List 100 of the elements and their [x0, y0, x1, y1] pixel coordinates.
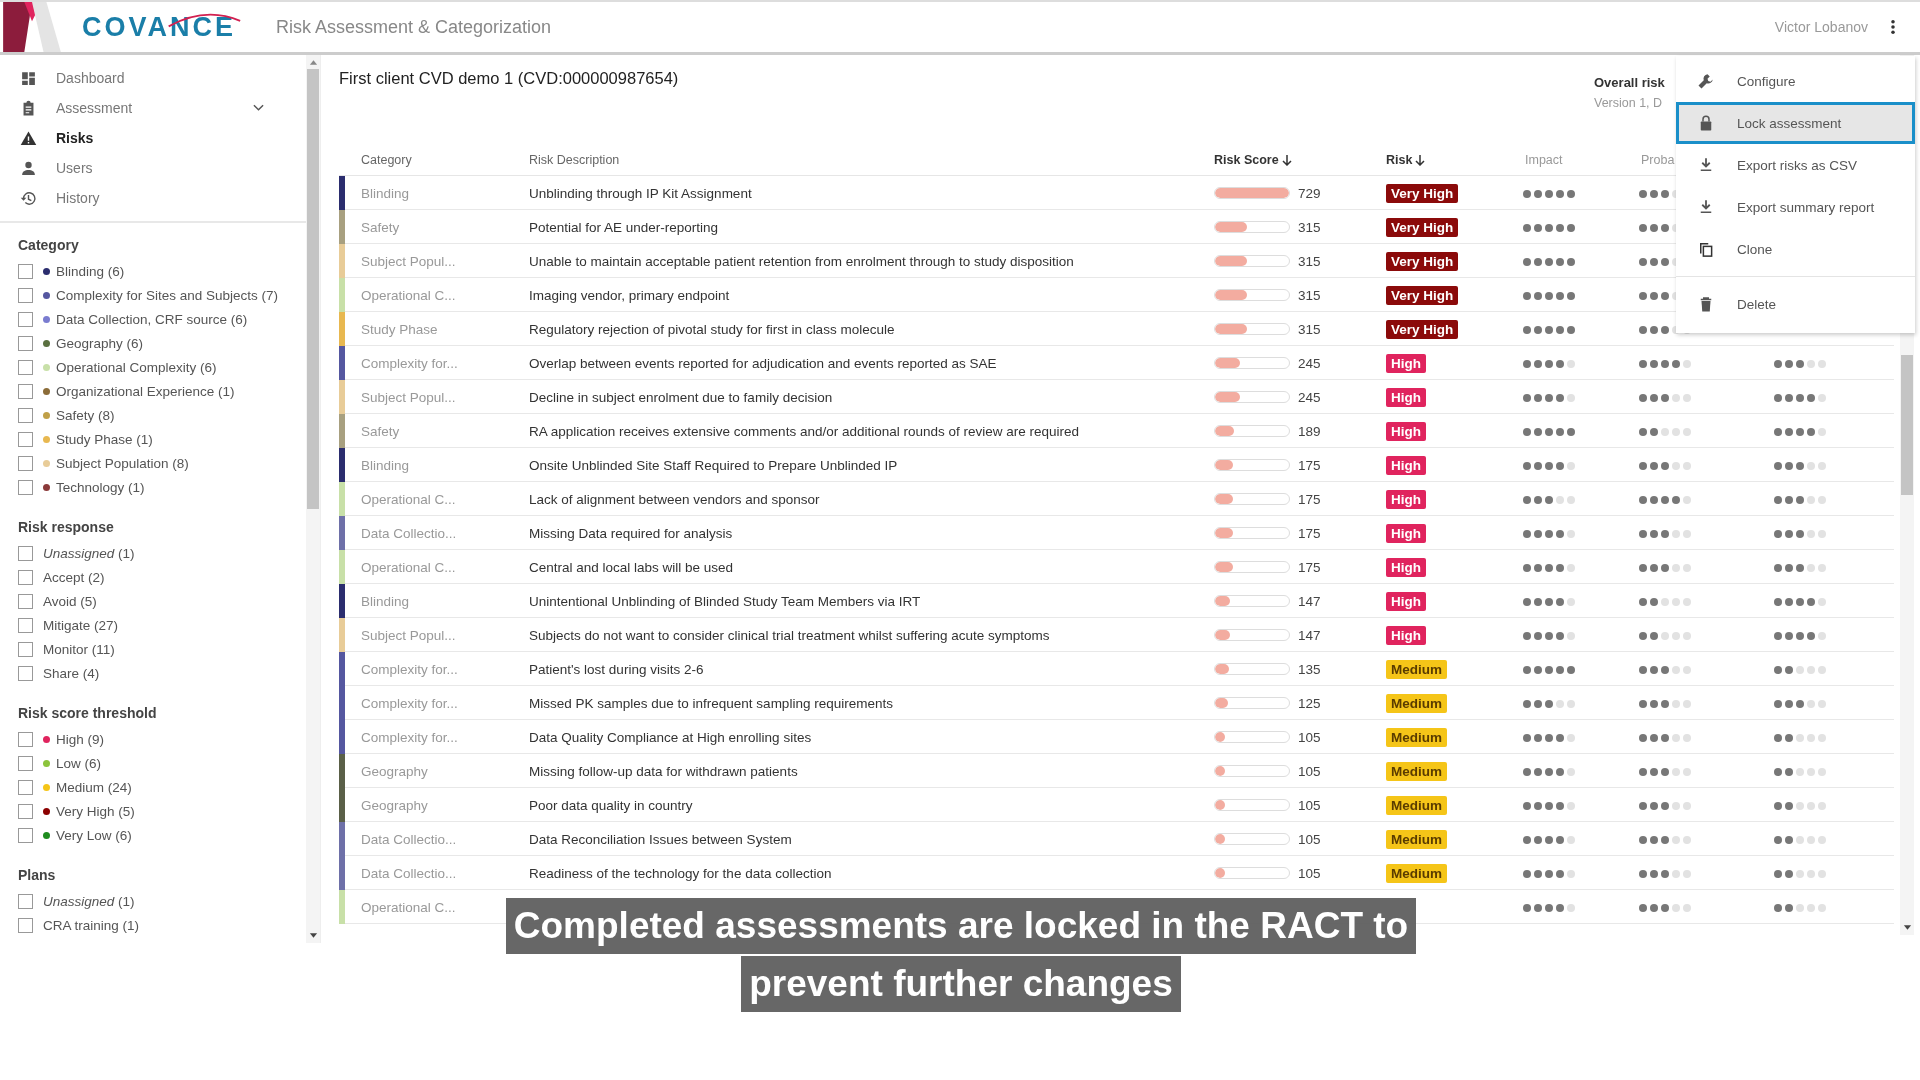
- table-cell-text: Operational C...: [360, 899, 457, 915]
- table-cell: 189: [1298, 423, 1321, 439]
- menu-item[interactable]: Clone: [1676, 228, 1915, 270]
- scroll-thumb[interactable]: [1901, 355, 1913, 495]
- filter-label[interactable]: Avoid (5): [43, 593, 97, 609]
- checkbox[interactable]: [18, 545, 33, 561]
- more-options-icon[interactable]: [1890, 19, 1896, 35]
- table-cell-text: Complexity for...: [360, 729, 459, 745]
- filter-label[interactable]: Technology (1): [56, 479, 145, 495]
- filter-label[interactable]: High (9): [56, 731, 104, 747]
- table-cell: Imaging vendor, primary endpoint: [529, 287, 730, 303]
- filter-label[interactable]: Low (6): [56, 755, 101, 771]
- filter-label[interactable]: Very High (5): [56, 803, 135, 819]
- column-header[interactable]: Risk Description: [529, 153, 1201, 167]
- checkbox[interactable]: [18, 263, 33, 279]
- table-cell-text: Complexity for...: [360, 695, 459, 711]
- table-cell-text: Data Collectio...: [360, 865, 458, 881]
- risk-badge: Medium: [1386, 694, 1447, 713]
- filter-label[interactable]: Share (4): [43, 665, 100, 681]
- checkbox[interactable]: [18, 917, 33, 933]
- checkbox[interactable]: [18, 479, 33, 495]
- menu-item[interactable]: Export risks as CSV: [1676, 144, 1915, 186]
- checkbox[interactable]: [18, 893, 33, 909]
- scroll-thumb[interactable]: [307, 69, 319, 509]
- checkbox[interactable]: [18, 755, 33, 771]
- column-header[interactable]: Category: [345, 153, 529, 167]
- checkbox[interactable]: [18, 407, 33, 423]
- table-cell-text: Blinding: [360, 593, 411, 609]
- checkbox[interactable]: [18, 383, 33, 399]
- filter-label[interactable]: Blinding (6): [56, 263, 125, 279]
- assessment-title: First client CVD demo 1 (CVD:000000987654): [339, 69, 679, 89]
- table-cell-text: Subject Popul...: [360, 627, 457, 643]
- risk-badge: High: [1386, 354, 1426, 373]
- column-header[interactable]: Risk: [1373, 153, 1513, 167]
- filter-label[interactable]: Mitigate (27): [43, 617, 119, 633]
- checkbox[interactable]: [18, 569, 33, 585]
- logo[interactable]: COVANCE: [82, 7, 250, 47]
- filter-label[interactable]: Organizational Experience (1): [56, 383, 235, 399]
- checkbox[interactable]: [18, 335, 33, 351]
- filter-label[interactable]: Complexity for Sites and Subjects (7): [56, 287, 279, 303]
- risk-badge: High: [1386, 592, 1426, 611]
- checkbox[interactable]: [18, 617, 33, 633]
- table-cell: 147: [1298, 627, 1321, 643]
- table-cell-text: Complexity for...: [360, 661, 459, 677]
- filter-label[interactable]: Study Phase (1): [56, 431, 153, 447]
- version-label: Version 1, D: [1594, 96, 1663, 110]
- table-cell: Poor data quality in country: [529, 797, 693, 813]
- checkbox[interactable]: [18, 593, 33, 609]
- table-cell-text: Geography: [360, 763, 429, 779]
- checkbox[interactable]: [18, 431, 33, 447]
- checkbox[interactable]: [18, 359, 33, 375]
- filter-label[interactable]: Subject Population (8): [56, 455, 189, 471]
- filter-label[interactable]: Unassigned (1): [43, 545, 135, 561]
- menu-item[interactable]: Lock assessment: [1676, 102, 1915, 144]
- nav-item[interactable]: Dashboard: [0, 63, 306, 93]
- menu-item[interactable]: Export summary report: [1676, 186, 1915, 228]
- risk-badge: Medium: [1386, 830, 1447, 849]
- table-cell: Missing follow-up data for withdrawn patients: [529, 763, 798, 779]
- table-cell-text: Operational C...: [360, 287, 457, 303]
- risk-badge: High: [1386, 490, 1426, 509]
- risk-badge: High: [1386, 388, 1426, 407]
- checkbox[interactable]: [18, 803, 33, 819]
- nav-item[interactable]: Users: [0, 153, 306, 183]
- table-cell-text: Data Collectio...: [360, 831, 458, 847]
- checkbox[interactable]: [18, 641, 33, 657]
- sidebar-scrollbar[interactable]: [306, 55, 320, 943]
- checkbox[interactable]: [18, 827, 33, 843]
- filter-label[interactable]: Medium (24): [56, 779, 132, 795]
- checkbox[interactable]: [18, 287, 33, 303]
- column-header[interactable]: Risk Score: [1201, 153, 1373, 167]
- filter-label[interactable]: Geography (6): [56, 335, 144, 351]
- checkbox[interactable]: [18, 731, 33, 747]
- filter-label[interactable]: Very Low (6): [56, 827, 132, 843]
- filter-label[interactable]: Monitor (11): [43, 641, 115, 657]
- checkbox[interactable]: [18, 311, 33, 327]
- menu-item[interactable]: Configure: [1676, 60, 1915, 102]
- table-cell: 175: [1298, 525, 1321, 541]
- checkbox[interactable]: [18, 455, 33, 471]
- scroll-up-icon[interactable]: [308, 59, 318, 65]
- filter-label[interactable]: Operational Complexity (6): [56, 359, 217, 375]
- filter-label[interactable]: Safety (8): [56, 407, 115, 423]
- filter-label[interactable]: Unassigned (1): [43, 893, 135, 909]
- filter-label[interactable]: Data Collection, CRF source (6): [56, 311, 248, 327]
- scroll-down-icon[interactable]: [1902, 925, 1912, 931]
- warning-icon: [20, 129, 37, 147]
- filter-label[interactable]: Accept (2): [43, 569, 105, 585]
- menu-item[interactable]: Delete: [1676, 283, 1915, 325]
- table-cell: Unintentional Unblinding of Blinded Study Team Members via IRT: [529, 593, 921, 609]
- filter-label[interactable]: CRA training (1): [43, 917, 140, 933]
- nav-item[interactable]: History: [0, 183, 306, 213]
- risk-badge: High: [1386, 524, 1426, 543]
- nav-item[interactable]: Risks: [0, 123, 306, 153]
- table-cell: 315: [1298, 321, 1321, 337]
- scroll-down-icon[interactable]: [308, 933, 318, 939]
- table-cell-text: Operational C...: [360, 559, 457, 575]
- table-cell: Regulatory rejection of pivotal study for first in class molecule: [529, 321, 895, 337]
- checkbox[interactable]: [18, 665, 33, 681]
- checkbox[interactable]: [18, 779, 33, 795]
- risk-badge: Very High: [1386, 252, 1459, 271]
- nav-item[interactable]: Assessment: [0, 93, 306, 123]
